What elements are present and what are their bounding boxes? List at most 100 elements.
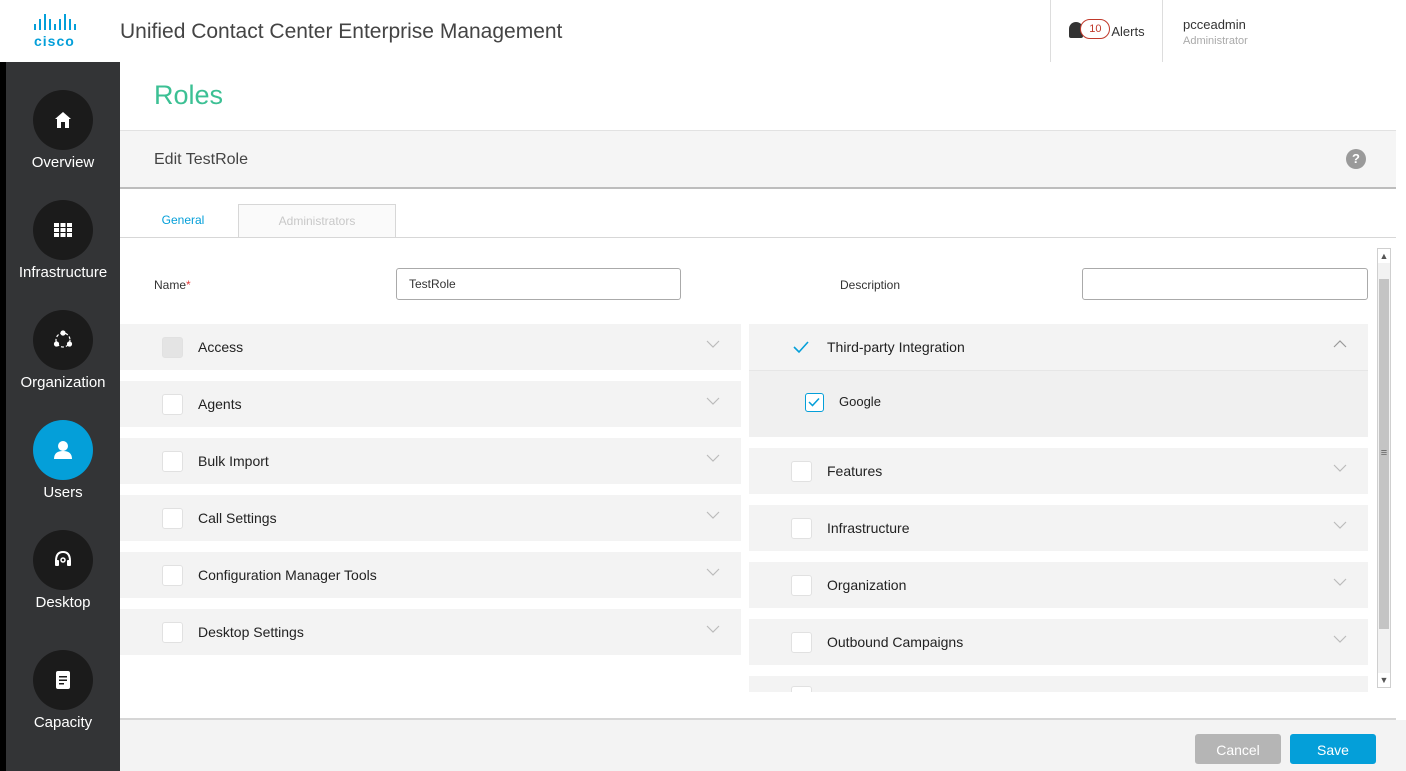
page-title: Roles bbox=[154, 80, 224, 110]
chevron-down-icon[interactable] bbox=[705, 564, 721, 580]
chevron-down-icon[interactable] bbox=[705, 336, 721, 352]
name-label-text: Name bbox=[154, 278, 187, 292]
google-checkbox[interactable] bbox=[805, 393, 824, 412]
home-icon bbox=[33, 90, 93, 150]
section-organization[interactable]: Organization bbox=[749, 562, 1368, 608]
section-label: Features bbox=[827, 463, 883, 479]
grid-icon bbox=[33, 200, 93, 260]
section-checkbox[interactable] bbox=[791, 461, 812, 482]
section-checkbox[interactable] bbox=[791, 686, 812, 692]
required-mark: * bbox=[186, 278, 191, 292]
description-input[interactable] bbox=[1082, 268, 1368, 300]
section-label: Organization bbox=[827, 577, 907, 593]
sidebar-item-users[interactable]: Users bbox=[6, 420, 120, 501]
chevron-down-icon[interactable] bbox=[1332, 517, 1348, 533]
tab-general[interactable]: General bbox=[128, 204, 238, 237]
section-label: Configuration Manager Tools bbox=[198, 567, 377, 583]
chevron-down-icon[interactable] bbox=[1332, 631, 1348, 647]
third-party-integration-panel: Google bbox=[749, 370, 1368, 437]
grip-icon: ≡ bbox=[1380, 447, 1388, 459]
save-button[interactable]: Save bbox=[1290, 734, 1376, 764]
scroll-up-icon[interactable]: ▲ bbox=[1378, 249, 1390, 263]
chevron-up-icon[interactable] bbox=[1332, 336, 1348, 352]
section-label: Agents bbox=[198, 396, 242, 412]
document-icon bbox=[33, 650, 93, 710]
user-role: Administrator bbox=[1183, 35, 1248, 47]
section-outbound-campaigns[interactable]: Outbound Campaigns bbox=[749, 619, 1368, 665]
name-label: Name* bbox=[154, 278, 191, 292]
user-menu[interactable]: pcceadmin Administrator bbox=[1162, 0, 1406, 62]
description-label: Description bbox=[840, 278, 901, 292]
tab-bar: General Administrators bbox=[120, 204, 1396, 238]
section-call-settings[interactable]: Call Settings bbox=[120, 495, 741, 541]
section-label: Infrastructure bbox=[827, 520, 910, 536]
tab-administrators[interactable]: Administrators bbox=[238, 204, 396, 237]
user-name: pcceadmin bbox=[1183, 17, 1246, 32]
section-checkbox[interactable] bbox=[162, 337, 183, 358]
help-icon[interactable]: ? bbox=[1346, 149, 1366, 169]
logo-bars bbox=[34, 14, 100, 30]
section-label: Outbound Campaigns bbox=[827, 634, 964, 650]
sidebar-item-capacity[interactable]: Capacity bbox=[6, 650, 120, 731]
section-label: Third-party Integration bbox=[827, 339, 965, 355]
edit-title: Edit TestRole bbox=[154, 151, 248, 168]
sidebar-item-label: Users bbox=[43, 484, 83, 501]
sidebar-item-label: Infrastructure bbox=[18, 264, 108, 281]
chevron-down-icon[interactable] bbox=[705, 393, 721, 409]
chevron-down-icon[interactable] bbox=[705, 621, 721, 637]
section-checkbox[interactable] bbox=[791, 575, 812, 596]
alerts-label: Alerts bbox=[1111, 23, 1145, 39]
sidebar-item-label: Overview bbox=[31, 154, 95, 171]
app-title: Unified Contact Center Enterprise Manage… bbox=[120, 20, 563, 43]
headset-icon bbox=[33, 530, 93, 590]
alerts-button[interactable]: 10 Alerts bbox=[1050, 0, 1161, 62]
section-agents[interactable]: Agents bbox=[120, 381, 741, 427]
section-checkbox[interactable] bbox=[162, 394, 183, 415]
alert-count-badge: 10 bbox=[1080, 19, 1111, 39]
section-desktop-settings[interactable]: Desktop Settings bbox=[120, 609, 741, 655]
chevron-down-icon[interactable] bbox=[1332, 574, 1348, 590]
section-third-party-integration[interactable]: Third-party Integration bbox=[749, 324, 1368, 370]
section-checkbox[interactable] bbox=[162, 565, 183, 586]
bell-icon: 10 bbox=[1067, 19, 1111, 43]
sidebar-item-overview[interactable]: Overview bbox=[6, 90, 120, 171]
sidebar: Overview Infrastructure Organization Use… bbox=[0, 62, 120, 771]
sidebar-item-label: Organization bbox=[20, 374, 106, 391]
sidebar-item-organization[interactable]: Organization bbox=[6, 310, 120, 391]
chevron-down-icon[interactable] bbox=[705, 507, 721, 523]
section-checkbox[interactable] bbox=[791, 632, 812, 653]
cisco-logo[interactable]: cisco bbox=[20, 14, 100, 50]
section-features[interactable]: Features bbox=[749, 448, 1368, 494]
app-header: cisco Unified Contact Center Enterprise … bbox=[0, 0, 1406, 63]
chevron-down-icon[interactable] bbox=[1332, 460, 1348, 476]
section-partial[interactable] bbox=[749, 676, 1368, 692]
section-infrastructure[interactable]: Infrastructure bbox=[749, 505, 1368, 551]
section-label: Bulk Import bbox=[198, 453, 269, 469]
sidebar-item-desktop[interactable]: Desktop bbox=[6, 530, 120, 611]
section-access[interactable]: Access bbox=[120, 324, 741, 370]
cancel-button[interactable]: Cancel bbox=[1195, 734, 1281, 764]
edit-header: Edit TestRole ? bbox=[120, 131, 1396, 189]
google-label: Google bbox=[839, 394, 881, 409]
brand-name: cisco bbox=[34, 33, 75, 49]
section-label: Desktop Settings bbox=[198, 624, 304, 640]
chevron-down-icon[interactable] bbox=[705, 450, 721, 466]
org-icon bbox=[33, 310, 93, 370]
vertical-scrollbar[interactable]: ▲ ≡ ▼ bbox=[1377, 248, 1391, 688]
section-checkbox[interactable] bbox=[162, 451, 183, 472]
section-label: Call Settings bbox=[198, 510, 277, 526]
name-input[interactable] bbox=[396, 268, 681, 300]
section-checkbox[interactable] bbox=[162, 622, 183, 643]
scroll-down-icon[interactable]: ▼ bbox=[1378, 673, 1390, 687]
footer-bar: Cancel Save bbox=[120, 720, 1406, 771]
section-checkbox[interactable] bbox=[791, 518, 812, 539]
section-configuration-manager-tools[interactable]: Configuration Manager Tools bbox=[120, 552, 741, 598]
section-checkbox[interactable] bbox=[162, 508, 183, 529]
sidebar-item-infrastructure[interactable]: Infrastructure bbox=[6, 200, 120, 281]
section-label: Access bbox=[198, 339, 244, 355]
section-bulk-import[interactable]: Bulk Import bbox=[120, 438, 741, 484]
checkmark-icon[interactable] bbox=[791, 337, 811, 357]
main-content: Roles Edit TestRole ? General Administra… bbox=[120, 62, 1406, 771]
sidebar-item-label: Desktop bbox=[35, 594, 91, 611]
user-icon bbox=[33, 420, 93, 480]
